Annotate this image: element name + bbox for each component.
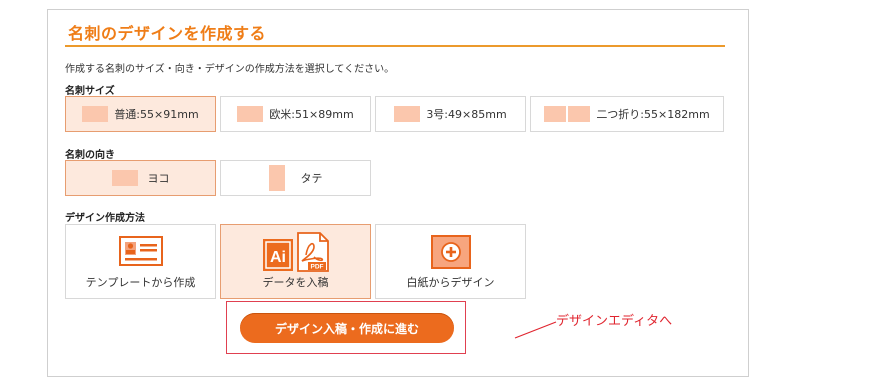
plus-blank-icon — [430, 235, 471, 269]
business-card-template-icon — [118, 236, 163, 266]
page-title: 名刺のデザインを作成する — [68, 24, 267, 43]
card-fold-left-swatch-icon — [544, 106, 567, 122]
method-option-label: 白紙からデザイン — [406, 276, 495, 289]
method-option-label: テンプレートから作成 — [85, 276, 196, 289]
orientation-option-landscape[interactable]: ヨコ — [65, 160, 216, 196]
size-option-label: 3号:49×85mm — [426, 108, 507, 121]
method-option-label: データを入稿 — [262, 276, 329, 289]
card-fold-right-swatch-icon — [568, 106, 591, 122]
landscape-swatch-icon — [111, 170, 138, 186]
size-option-label: 普通:55×91mm — [114, 108, 199, 121]
svg-text:Ai: Ai — [270, 249, 286, 266]
annotation-text: デザインエディタへ — [556, 314, 673, 329]
orientation-option-portrait[interactable]: タテ — [220, 160, 371, 196]
size-option-no3[interactable]: 3号:49×85mm — [375, 96, 526, 132]
method-section-label: デザイン作成方法 — [65, 213, 145, 224]
card-landscape-swatch-icon — [394, 106, 421, 122]
card-landscape-swatch-icon — [237, 106, 264, 122]
method-option-blank[interactable]: 白紙からデザイン — [375, 224, 526, 299]
orientation-option-label: タテ — [300, 172, 323, 185]
method-option-upload[interactable]: Ai PDF データを入稿 — [220, 224, 371, 299]
portrait-swatch-icon — [268, 165, 285, 191]
title-divider — [65, 45, 725, 47]
size-section-label: 名刺サイズ — [65, 86, 115, 97]
orientation-section-label: 名刺の向き — [65, 150, 115, 161]
card-landscape-swatch-icon — [82, 106, 109, 122]
ai-pdf-file-icon: Ai PDF — [262, 232, 329, 272]
annotation-pointer-line — [514, 321, 557, 339]
svg-text:PDF: PDF — [310, 264, 323, 271]
orientation-option-label: ヨコ — [147, 172, 170, 185]
size-option-folded[interactable]: 二つ折り:55×182mm — [530, 96, 724, 132]
size-option-western[interactable]: 欧米:51×89mm — [220, 96, 371, 132]
instructions-text: 作成する名刺のサイズ・向き・デザインの作成方法を選択してください。 — [65, 64, 395, 75]
method-option-template[interactable]: テンプレートから作成 — [65, 224, 216, 299]
size-option-label: 二つ折り:55×182mm — [596, 108, 710, 121]
size-option-label: 欧米:51×89mm — [269, 108, 354, 121]
size-option-standard[interactable]: 普通:55×91mm — [65, 96, 216, 132]
proceed-button[interactable]: デザイン入稿・作成に進む — [240, 313, 454, 343]
